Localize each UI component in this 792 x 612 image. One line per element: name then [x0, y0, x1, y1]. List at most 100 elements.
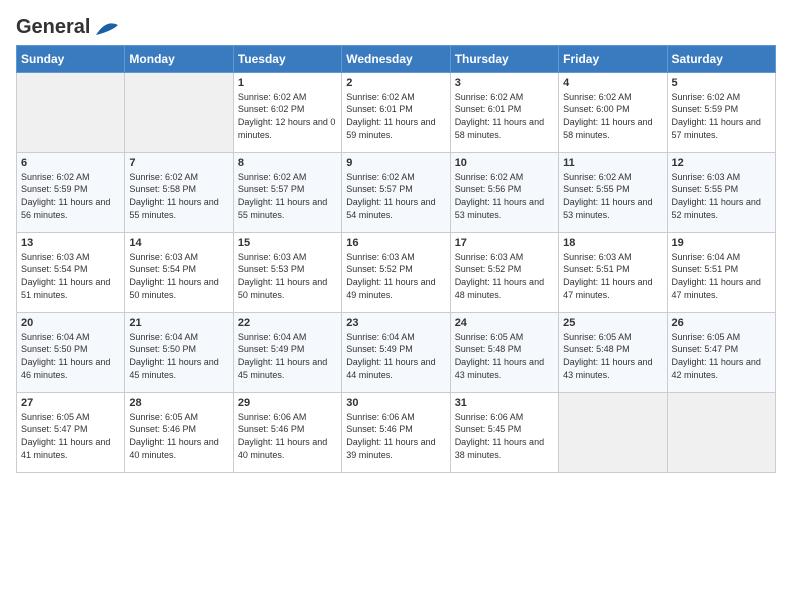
calendar-cell: 13 Sunrise: 6:03 AMSunset: 5:54 PMDayligh…	[17, 232, 125, 312]
calendar-cell: 18 Sunrise: 6:03 AMSunset: 5:51 PMDayligh…	[559, 232, 667, 312]
calendar-cell: 2 Sunrise: 6:02 AMSunset: 6:01 PMDaylight…	[342, 72, 450, 152]
day-info: Sunrise: 6:04 AMSunset: 5:50 PMDaylight:…	[21, 331, 120, 381]
calendar-cell: 8 Sunrise: 6:02 AMSunset: 5:57 PMDaylight…	[233, 152, 341, 232]
day-number: 4	[563, 77, 662, 89]
day-number: 31	[455, 397, 554, 409]
day-number: 25	[563, 317, 662, 329]
day-number: 16	[346, 237, 445, 249]
day-info: Sunrise: 6:03 AMSunset: 5:55 PMDaylight:…	[672, 171, 771, 221]
weekday-header-thursday: Thursday	[450, 45, 558, 72]
day-number: 7	[129, 157, 228, 169]
day-number: 18	[563, 237, 662, 249]
day-info: Sunrise: 6:02 AMSunset: 5:56 PMDaylight:…	[455, 171, 554, 221]
calendar-cell: 7 Sunrise: 6:02 AMSunset: 5:58 PMDaylight…	[125, 152, 233, 232]
day-info: Sunrise: 6:02 AMSunset: 6:02 PMDaylight:…	[238, 91, 337, 141]
day-info: Sunrise: 6:02 AMSunset: 5:58 PMDaylight:…	[129, 171, 228, 221]
day-info: Sunrise: 6:03 AMSunset: 5:52 PMDaylight:…	[346, 251, 445, 301]
day-info: Sunrise: 6:04 AMSunset: 5:49 PMDaylight:…	[346, 331, 445, 381]
day-info: Sunrise: 6:04 AMSunset: 5:50 PMDaylight:…	[129, 331, 228, 381]
day-number: 10	[455, 157, 554, 169]
day-info: Sunrise: 6:02 AMSunset: 6:01 PMDaylight:…	[455, 91, 554, 141]
weekday-header-wednesday: Wednesday	[342, 45, 450, 72]
calendar-cell: 6 Sunrise: 6:02 AMSunset: 5:59 PMDaylight…	[17, 152, 125, 232]
calendar-cell: 14 Sunrise: 6:03 AMSunset: 5:54 PMDayligh…	[125, 232, 233, 312]
day-info: Sunrise: 6:04 AMSunset: 5:49 PMDaylight:…	[238, 331, 337, 381]
day-number: 6	[21, 157, 120, 169]
day-number: 12	[672, 157, 771, 169]
day-number: 17	[455, 237, 554, 249]
day-info: Sunrise: 6:04 AMSunset: 5:51 PMDaylight:…	[672, 251, 771, 301]
calendar-cell: 11Sunrise: 6:02 AMSunset: 5:55 PMDayligh…	[559, 152, 667, 232]
day-info: Sunrise: 6:02 AMSunset: 6:00 PMDaylight:…	[563, 91, 662, 141]
day-info: Sunrise: 6:05 AMSunset: 5:47 PMDaylight:…	[21, 411, 120, 461]
day-number: 19	[672, 237, 771, 249]
day-info: Sunrise: 6:03 AMSunset: 5:54 PMDaylight:…	[21, 251, 120, 301]
day-info: Sunrise: 6:06 AMSunset: 5:46 PMDaylight:…	[346, 411, 445, 461]
calendar-cell: 1 Sunrise: 6:02 AMSunset: 6:02 PMDaylight…	[233, 72, 341, 152]
calendar-cell	[559, 392, 667, 472]
day-info: Sunrise: 6:02 AMSunset: 6:01 PMDaylight:…	[346, 91, 445, 141]
calendar-cell: 27 Sunrise: 6:05 AMSunset: 5:47 PMDayligh…	[17, 392, 125, 472]
day-number: 29	[238, 397, 337, 409]
calendar-cell: 31 Sunrise: 6:06 AMSunset: 5:45 PMDayligh…	[450, 392, 558, 472]
day-info: Sunrise: 6:05 AMSunset: 5:48 PMDaylight:…	[563, 331, 662, 381]
day-number: 24	[455, 317, 554, 329]
day-info: Sunrise: 6:02 AMSunset: 5:57 PMDaylight:…	[238, 171, 337, 221]
calendar-cell: 23 Sunrise: 6:04 AMSunset: 5:49 PMDayligh…	[342, 312, 450, 392]
day-number: 26	[672, 317, 771, 329]
calendar-cell: 4 Sunrise: 6:02 AMSunset: 6:00 PMDaylight…	[559, 72, 667, 152]
logo: General	[16, 16, 120, 35]
day-info: Sunrise: 6:02 AMSunset: 5:59 PMDaylight:…	[672, 91, 771, 141]
day-number: 5	[672, 77, 771, 89]
calendar-cell: 20 Sunrise: 6:04 AMSunset: 5:50 PMDayligh…	[17, 312, 125, 392]
weekday-header-monday: Monday	[125, 45, 233, 72]
day-number: 13	[21, 237, 120, 249]
day-number: 27	[21, 397, 120, 409]
day-number: 2	[346, 77, 445, 89]
day-info: Sunrise: 6:02 AMSunset: 5:59 PMDaylight:…	[21, 171, 120, 221]
calendar-cell: 19 Sunrise: 6:04 AMSunset: 5:51 PMDayligh…	[667, 232, 775, 312]
calendar-cell	[17, 72, 125, 152]
page-header: General	[16, 16, 776, 35]
calendar-cell: 16 Sunrise: 6:03 AMSunset: 5:52 PMDayligh…	[342, 232, 450, 312]
day-info: Sunrise: 6:06 AMSunset: 5:46 PMDaylight:…	[238, 411, 337, 461]
calendar-cell: 29 Sunrise: 6:06 AMSunset: 5:46 PMDayligh…	[233, 392, 341, 472]
calendar-cell: 21 Sunrise: 6:04 AMSunset: 5:50 PMDayligh…	[125, 312, 233, 392]
logo-text: General	[16, 16, 120, 39]
calendar-cell	[667, 392, 775, 472]
calendar-cell	[125, 72, 233, 152]
day-info: Sunrise: 6:06 AMSunset: 5:45 PMDaylight:…	[455, 411, 554, 461]
day-number: 23	[346, 317, 445, 329]
calendar-cell: 25 Sunrise: 6:05 AMSunset: 5:48 PMDayligh…	[559, 312, 667, 392]
weekday-header-sunday: Sunday	[17, 45, 125, 72]
day-info: Sunrise: 6:02 AMSunset: 5:55 PMDaylight:…	[563, 171, 662, 221]
day-number: 3	[455, 77, 554, 89]
calendar-cell: 26 Sunrise: 6:05 AMSunset: 5:47 PMDayligh…	[667, 312, 775, 392]
calendar-cell: 3 Sunrise: 6:02 AMSunset: 6:01 PMDaylight…	[450, 72, 558, 152]
day-number: 22	[238, 317, 337, 329]
day-number: 15	[238, 237, 337, 249]
day-number: 9	[346, 157, 445, 169]
calendar-cell: 24 Sunrise: 6:05 AMSunset: 5:48 PMDayligh…	[450, 312, 558, 392]
weekday-header-tuesday: Tuesday	[233, 45, 341, 72]
day-number: 1	[238, 77, 337, 89]
day-info: Sunrise: 6:03 AMSunset: 5:52 PMDaylight:…	[455, 251, 554, 301]
day-info: Sunrise: 6:02 AMSunset: 5:57 PMDaylight:…	[346, 171, 445, 221]
calendar-cell: 5 Sunrise: 6:02 AMSunset: 5:59 PMDaylight…	[667, 72, 775, 152]
day-info: Sunrise: 6:03 AMSunset: 5:53 PMDaylight:…	[238, 251, 337, 301]
day-info: Sunrise: 6:05 AMSunset: 5:46 PMDaylight:…	[129, 411, 228, 461]
day-number: 21	[129, 317, 228, 329]
calendar-cell: 9 Sunrise: 6:02 AMSunset: 5:57 PMDaylight…	[342, 152, 450, 232]
day-info: Sunrise: 6:03 AMSunset: 5:54 PMDaylight:…	[129, 251, 228, 301]
day-info: Sunrise: 6:05 AMSunset: 5:47 PMDaylight:…	[672, 331, 771, 381]
day-number: 8	[238, 157, 337, 169]
day-number: 14	[129, 237, 228, 249]
calendar-cell: 10 Sunrise: 6:02 AMSunset: 5:56 PMDayligh…	[450, 152, 558, 232]
day-info: Sunrise: 6:05 AMSunset: 5:48 PMDaylight:…	[455, 331, 554, 381]
day-number: 20	[21, 317, 120, 329]
calendar-cell: 17 Sunrise: 6:03 AMSunset: 5:52 PMDayligh…	[450, 232, 558, 312]
calendar-cell: 12 Sunrise: 6:03 AMSunset: 5:55 PMDayligh…	[667, 152, 775, 232]
day-number: 30	[346, 397, 445, 409]
calendar-cell: 15 Sunrise: 6:03 AMSunset: 5:53 PMDayligh…	[233, 232, 341, 312]
day-info: Sunrise: 6:03 AMSunset: 5:51 PMDaylight:…	[563, 251, 662, 301]
